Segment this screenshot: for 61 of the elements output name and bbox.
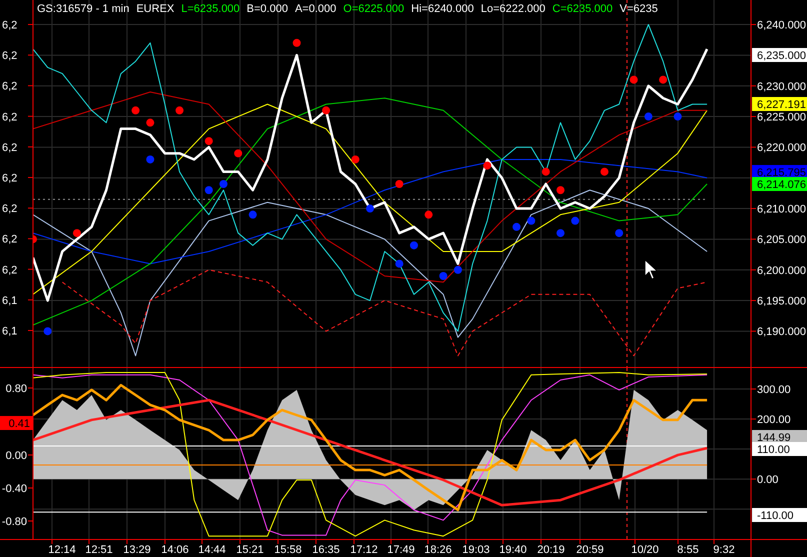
time-label: 17:12 [350, 544, 378, 556]
axis-label: 6,2 [2, 50, 18, 62]
axis-label: 6,210.000 [757, 204, 806, 216]
time-label: 12:51 [85, 544, 113, 556]
axis-label: 6,2 [2, 142, 18, 154]
axis-label: 6,195.000 [757, 296, 806, 308]
axis-label: 6,220.000 [757, 142, 806, 154]
value-tag: 6,214.076 [752, 177, 807, 191]
quote-field: EUREX [136, 3, 174, 15]
quote-field: Hi=6240.000 [411, 3, 474, 15]
time-label: 20:19 [537, 544, 565, 556]
axis-label: 0.00 [6, 450, 27, 462]
time-label: 10/20 [631, 544, 659, 556]
time-label: 14:06 [161, 544, 189, 556]
axis-label: 6,2 [2, 20, 18, 32]
axis-label: 6,190.000 [757, 326, 806, 338]
time-label: 14:44 [198, 544, 226, 556]
axis-label: 6,200.000 [757, 264, 806, 277]
time-label: 15:21 [236, 544, 264, 556]
axis-label: 6,2 [2, 80, 18, 93]
axis-label: 6,2 [2, 203, 18, 216]
time-label: 9:32 [713, 544, 735, 556]
axis-label: -0.80 [2, 516, 27, 528]
time-label: 8:55 [677, 544, 699, 556]
axis-label: 6,205.000 [757, 234, 806, 246]
axis-label: 6,1 [2, 294, 18, 307]
time-label: 12:14 [48, 544, 76, 556]
axis-label: 6,225.000 [757, 112, 806, 124]
axis-label: 6,2 [2, 111, 18, 124]
axis-label: 300.00 [757, 384, 791, 396]
value-tag: 0.41 [0, 416, 33, 430]
axis-label: 6,230.000 [757, 80, 806, 93]
axis-label: 6,2 [2, 234, 18, 246]
axis-label: 6,2 [2, 172, 18, 184]
quote-field: GS:316579 - 1 min [37, 3, 130, 15]
quote-field: L=6235.000 [181, 3, 240, 15]
time-label: 18:26 [424, 544, 452, 556]
axis-label: 6,2 [2, 264, 18, 276]
quote-field: Lo=6222.000 [480, 3, 546, 15]
value-tag: -110.00 [752, 508, 807, 522]
time-label: 20:59 [576, 544, 604, 556]
quote-field: O=6225.000 [343, 3, 404, 15]
time-label: 13:29 [123, 544, 151, 556]
axis-label: 6,1 [2, 326, 18, 338]
time-label: 19:40 [499, 544, 527, 556]
axis-label: 0.00 [757, 474, 778, 486]
time-label: 15:58 [274, 544, 302, 556]
time-label: 19:03 [462, 544, 490, 556]
value-tag: 6,227.191 [752, 97, 807, 111]
time-label: 17:49 [387, 544, 415, 556]
time-label: 16:35 [312, 544, 340, 556]
axis-label: 6,240.000 [757, 20, 806, 32]
value-tag: 110.00 [752, 442, 807, 456]
axis-label: 200.00 [757, 414, 791, 426]
quote-field: B=0.000 [246, 3, 288, 15]
axis-label: 0.80 [6, 383, 27, 395]
quote-field: A=0.000 [294, 3, 336, 15]
axis-label: -0.40 [2, 483, 27, 495]
quote-field: V=6235 [620, 3, 658, 15]
value-tag: 6,235.000 [752, 48, 807, 62]
quote-field: C=6235.000 [552, 3, 613, 15]
